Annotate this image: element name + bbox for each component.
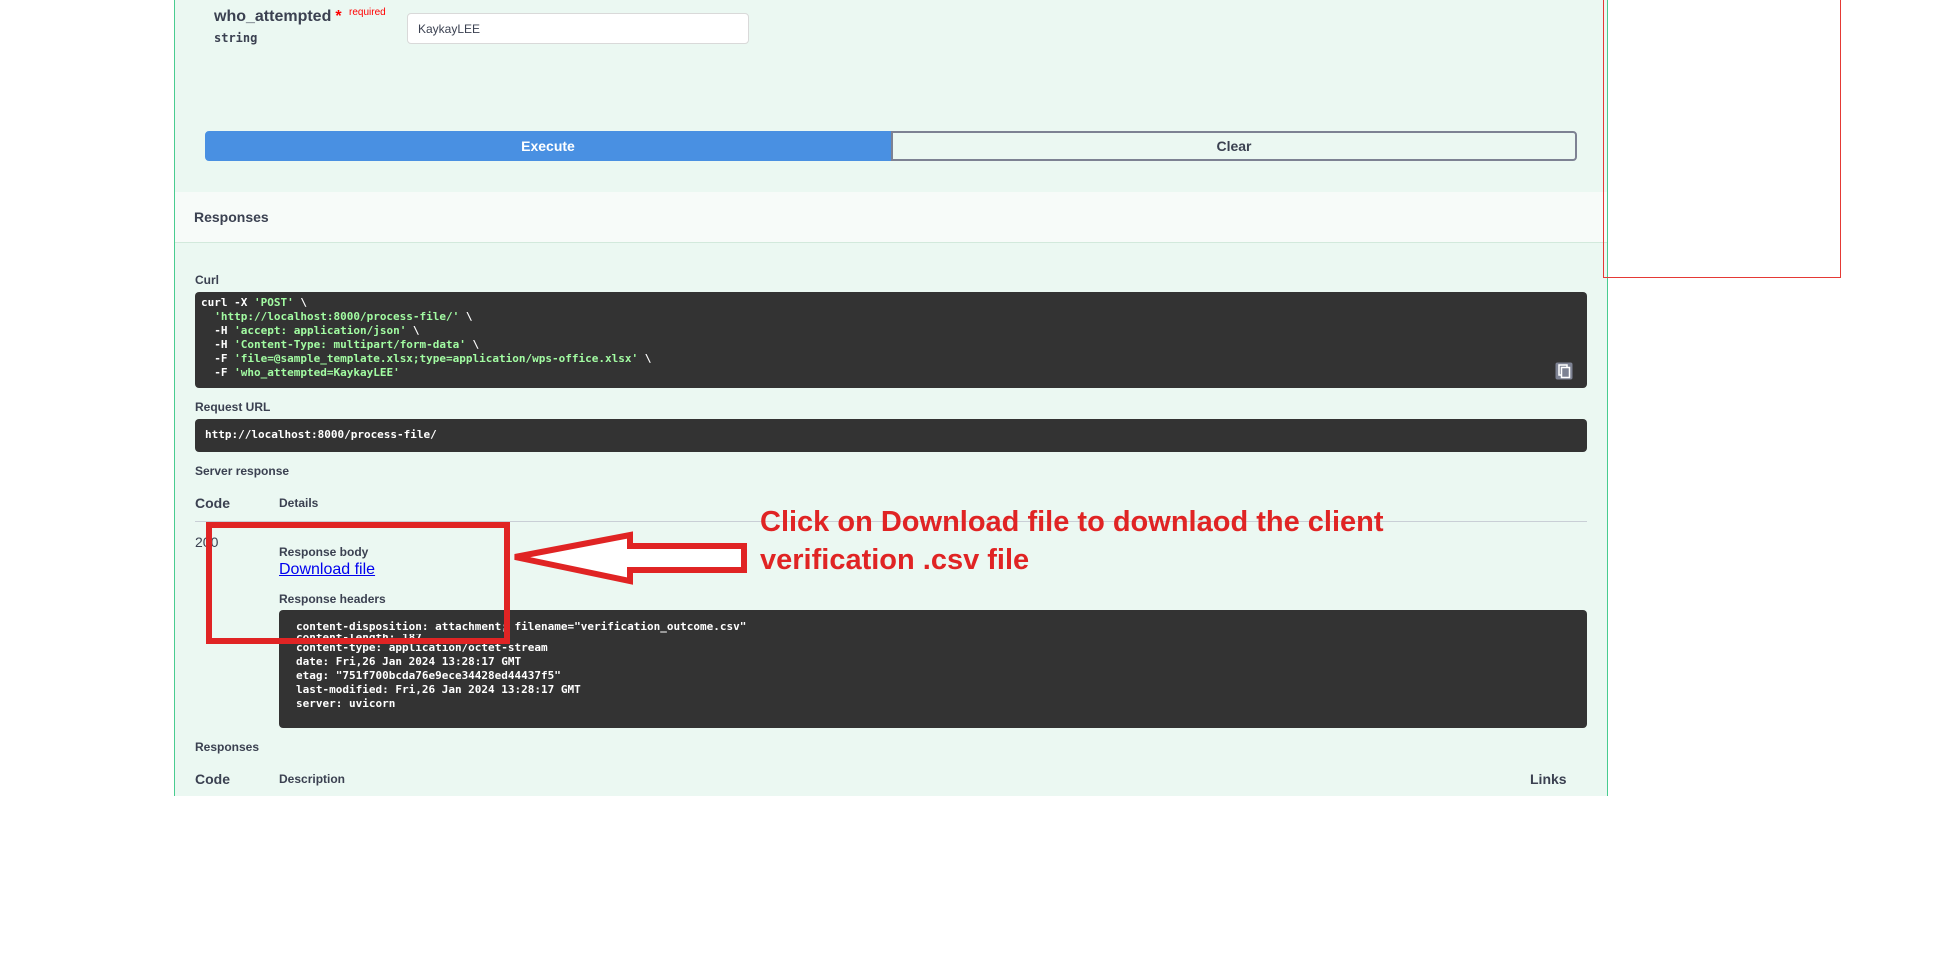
parameter-type: string bbox=[214, 31, 258, 45]
responses-links-header: Links bbox=[1530, 771, 1567, 787]
responses-title: Responses bbox=[194, 209, 269, 225]
response-headers-block: content-disposition: attachment; filenam… bbox=[279, 610, 1587, 728]
server-response-label: Server response bbox=[195, 464, 290, 478]
curl-code-block: curl -X 'POST' \ 'http://localhost:8000/… bbox=[195, 292, 1587, 388]
copy-icon[interactable] bbox=[1555, 362, 1573, 380]
annotation-side-box bbox=[1603, 0, 1841, 278]
response-status-code: 200 bbox=[195, 534, 219, 550]
responses-code-header: Code bbox=[195, 771, 230, 787]
response-body-label: Response body bbox=[279, 545, 369, 559]
curl-line-5: -F 'file=@sample_template.xlsx;type=appl… bbox=[201, 352, 652, 365]
header-line: last-modified: Fri,26 Jan 2024 13:28:17 … bbox=[296, 683, 581, 696]
execute-button[interactable]: Execute bbox=[205, 131, 891, 161]
annotation-line-1: Click on Download file to downlaod the c… bbox=[760, 506, 1384, 538]
parameter-name: who_attempted * bbox=[214, 8, 342, 25]
responses-header-bar: Responses bbox=[175, 192, 1607, 243]
curl-line-2: 'http://localhost:8000/process-file/' \ bbox=[214, 310, 473, 323]
header-line: content-type: application/octet-stream bbox=[296, 641, 548, 654]
required-star: * bbox=[335, 8, 342, 25]
annotation-text: Click on Download file to downlaod the c… bbox=[760, 503, 1400, 579]
server-response-details-header: Details bbox=[279, 496, 319, 510]
header-line: etag: "751f700bcda76e9ece34428ed44437f5" bbox=[296, 669, 561, 682]
request-url-value: http://localhost:8000/process-file/ bbox=[195, 419, 1587, 452]
required-label: required bbox=[349, 7, 386, 18]
request-url-label: Request URL bbox=[195, 400, 271, 414]
header-line: date: Fri,26 Jan 2024 13:28:17 GMT bbox=[296, 655, 522, 668]
who-attempted-input[interactable] bbox=[407, 13, 749, 44]
response-headers-label: Response headers bbox=[279, 592, 386, 606]
header-line: content-length: 187 bbox=[296, 634, 422, 641]
header-line: content-disposition: attachment; filenam… bbox=[296, 620, 747, 633]
curl-line-3: -H 'accept: application/json' \ bbox=[201, 324, 420, 337]
curl-line-6: -F 'who_attempted=KaykayLEE' bbox=[201, 366, 400, 379]
download-file-link[interactable]: Download file bbox=[279, 561, 375, 579]
curl-line-4: -H 'Content-Type: multipart/form-data' \ bbox=[201, 338, 480, 351]
server-response-code-header: Code bbox=[195, 495, 230, 511]
responses-table-label: Responses bbox=[195, 740, 260, 754]
clear-button[interactable]: Clear bbox=[891, 131, 1577, 161]
responses-description-header: Description bbox=[279, 772, 346, 786]
curl-label: Curl bbox=[195, 273, 219, 287]
annotation-line-2: verification .csv file bbox=[760, 544, 1030, 576]
curl-line-1: curl -X 'POST' \ bbox=[201, 296, 307, 309]
header-line: server: uvicorn bbox=[296, 697, 396, 710]
